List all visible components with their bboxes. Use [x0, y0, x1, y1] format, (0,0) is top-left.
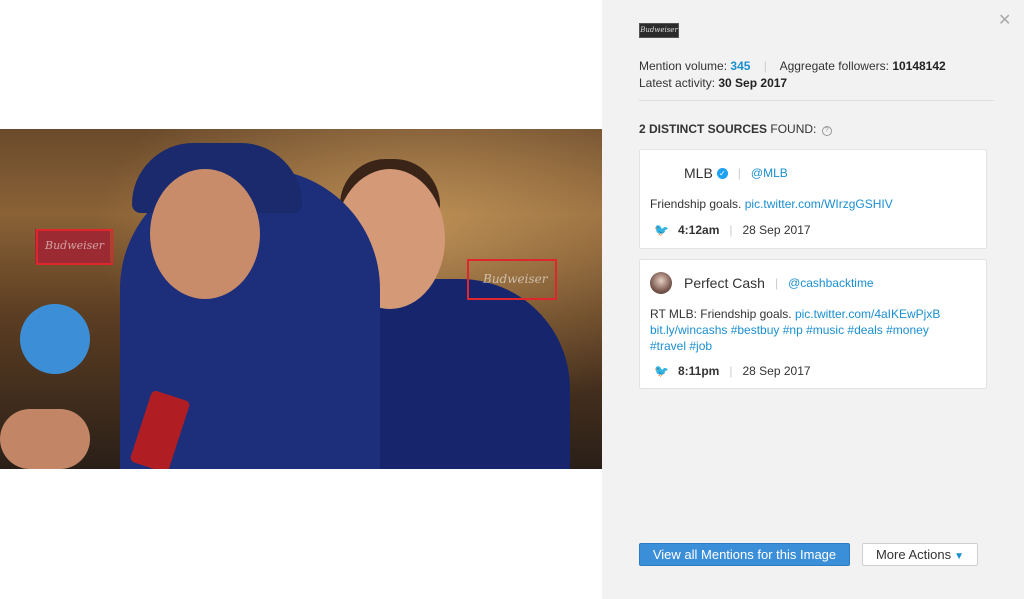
chevron-down-icon: ▼: [954, 551, 965, 562]
latest-activity-value: 30 Sep 2017: [718, 76, 788, 90]
tweet-link[interactable]: bit.ly/wincashs #bestbuy #np #music #dea…: [650, 323, 929, 337]
more-actions-button[interactable]: More Actions ▼: [862, 543, 978, 566]
followers-value: 10148142: [892, 59, 946, 73]
mention-date: 28 Sep 2017: [742, 364, 811, 378]
image-viewer: Budweiser Budweiser: [0, 0, 602, 599]
mention-text: Friendship goals. pic.twitter.com/WIrzgG…: [650, 197, 893, 211]
sources-header: 2 DISTINCT SOURCES FOUND: ?: [639, 122, 832, 136]
details-panel: Budweiser ✕ Mention volume: 345 | Aggreg…: [602, 0, 1024, 599]
logo-detection-box[interactable]: [36, 229, 113, 265]
avatar: [650, 162, 672, 184]
twitter-bird-icon: 🐦: [654, 222, 669, 237]
close-icon[interactable]: ✕: [998, 13, 1011, 29]
logo-detection-box[interactable]: [467, 259, 557, 300]
tweet-link[interactable]: #travel #job: [650, 339, 712, 353]
mention-volume-value[interactable]: 345: [730, 59, 750, 73]
source-name: Perfect Cash: [684, 275, 765, 291]
mention-text: RT MLB: Friendship goals. pic.twitter.co…: [650, 307, 941, 353]
source-handle[interactable]: @MLB: [751, 166, 788, 180]
mention-photo: Budweiser Budweiser: [0, 129, 602, 469]
avatar: [650, 272, 672, 294]
mention-stats: Mention volume: 345 | Aggregate follower…: [639, 59, 946, 90]
mention-card[interactable]: MLB ✓ | @MLB Friendship goals. pic.twitt…: [639, 149, 987, 249]
mention-card[interactable]: Perfect Cash | @cashbacktime RT MLB: Fri…: [639, 259, 987, 389]
followers-label: Aggregate followers:: [779, 59, 889, 73]
mention-date: 28 Sep 2017: [742, 223, 811, 237]
source-name: MLB: [684, 165, 713, 181]
mention-time[interactable]: 4:12am: [678, 223, 719, 237]
mention-time[interactable]: 8:11pm: [678, 364, 719, 378]
tweet-link[interactable]: pic.twitter.com/WIrzgGSHIV: [745, 197, 893, 211]
info-icon[interactable]: ?: [821, 126, 832, 136]
mention-volume-label: Mention volume:: [639, 59, 728, 73]
divider: [639, 100, 994, 101]
view-all-mentions-button[interactable]: View all Mentions for this Image: [639, 543, 850, 566]
source-handle[interactable]: @cashbacktime: [788, 276, 874, 290]
brand-logo: Budweiser: [639, 23, 679, 38]
twitter-bird-icon: 🐦: [654, 363, 669, 378]
latest-activity-label: Latest activity:: [639, 76, 716, 90]
tweet-link[interactable]: pic.twitter.com/4aIKEwPjxB: [795, 307, 940, 321]
verified-icon: ✓: [716, 167, 728, 179]
